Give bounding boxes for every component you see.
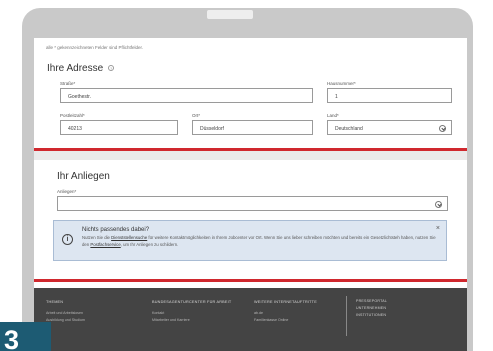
footer-heading: THEMEN — [46, 300, 64, 304]
footer-link[interactable]: Familienkasse Online — [254, 318, 317, 322]
footer-right-links: PRESSEPORTAL UNTERNEHMEN INSTITUTIONEN — [356, 299, 387, 320]
notice-text: Nutzen Sie die Dienststellensuche für we… — [82, 235, 436, 248]
address-section-title: Ihre Adresse? — [47, 63, 115, 74]
street-input[interactable]: Goethestr. — [60, 88, 313, 103]
footer-column: THEMEN Arbeit und Arbeitslosen Ausbildun… — [46, 300, 85, 322]
footer-column: WEITERE INTERNETAUFTRITTE ab.de Familien… — [254, 300, 317, 322]
footer-link[interactable]: UNTERNEHMEN — [356, 306, 387, 310]
postal-code-input[interactable]: 40213 — [60, 120, 178, 135]
chevron-down-icon — [435, 200, 442, 208]
footer-divider — [346, 296, 347, 336]
house-number-input[interactable]: 1 — [327, 88, 452, 103]
notice-title: Nichts passendes dabei? — [82, 227, 150, 233]
footer-link[interactable]: Kontakt — [152, 311, 231, 315]
address-title-text: Ihre Adresse — [47, 63, 104, 74]
notice-text-part: , um Ihr Anliegen zu schildern. — [120, 241, 179, 247]
country-label: Land* — [327, 113, 339, 118]
house-number-label: Hausnummer* — [327, 81, 356, 86]
info-notice: i Nichts passendes dabei? Nutzen Sie die… — [53, 220, 447, 261]
footer-link[interactable]: Arbeit und Arbeitslosen — [46, 311, 85, 315]
info-icon[interactable]: ? — [108, 65, 115, 72]
chevron-down-icon — [439, 124, 446, 132]
office-search-link[interactable]: Dienststellensuche — [111, 235, 147, 240]
postal-code-label: Postleitzahl* — [60, 113, 85, 118]
close-icon[interactable]: × — [436, 225, 440, 232]
footer-heading: BUNDESAGENTURCENTER FÜR ARBEIT — [152, 300, 232, 304]
concern-section-highlight: Ihr Anliegen Anliegen* i Nichts passende… — [34, 148, 467, 282]
footer-link[interactable]: Ausbildung und Studium — [46, 318, 85, 322]
footer-link[interactable]: INSTITUTIONEN — [356, 313, 387, 317]
country-select[interactable]: Deutschland — [327, 120, 452, 135]
notice-text-part: Nutzen Sie die — [82, 235, 112, 240]
browser-screen: alle * gekennzeichneten Felder sind Pfli… — [34, 38, 467, 351]
concern-section-title: Ihr Anliegen — [57, 171, 110, 182]
city-label: Ort* — [192, 113, 201, 118]
footer-link[interactable]: Mitarbeiter und Karriere — [152, 318, 231, 322]
section-divider — [34, 151, 467, 160]
footer-link[interactable]: PRESSEPORTAL — [356, 299, 387, 303]
city-input[interactable]: Düsseldorf — [192, 120, 313, 135]
concern-select[interactable] — [57, 196, 448, 211]
footer-link[interactable]: ab.de — [254, 311, 317, 315]
step-number-badge: 3 — [0, 322, 51, 351]
concern-label: Anliegen* — [57, 189, 77, 194]
street-label: Straße* — [60, 81, 76, 86]
required-fields-note: alle * gekennzeichneten Felder sind Pfli… — [46, 45, 144, 50]
site-footer: THEMEN Arbeit und Arbeitslosen Ausbildun… — [34, 288, 467, 351]
footer-heading: WEITERE INTERNETAUFTRITTE — [254, 300, 317, 304]
footer-column: BUNDESAGENTURCENTER FÜR ARBEIT Kontakt M… — [152, 300, 231, 322]
info-icon: i — [62, 234, 73, 245]
country-select-value: Deutschland — [335, 125, 363, 132]
device-speaker-notch — [207, 10, 253, 19]
mailbox-service-link[interactable]: Postfachservice — [90, 242, 120, 247]
